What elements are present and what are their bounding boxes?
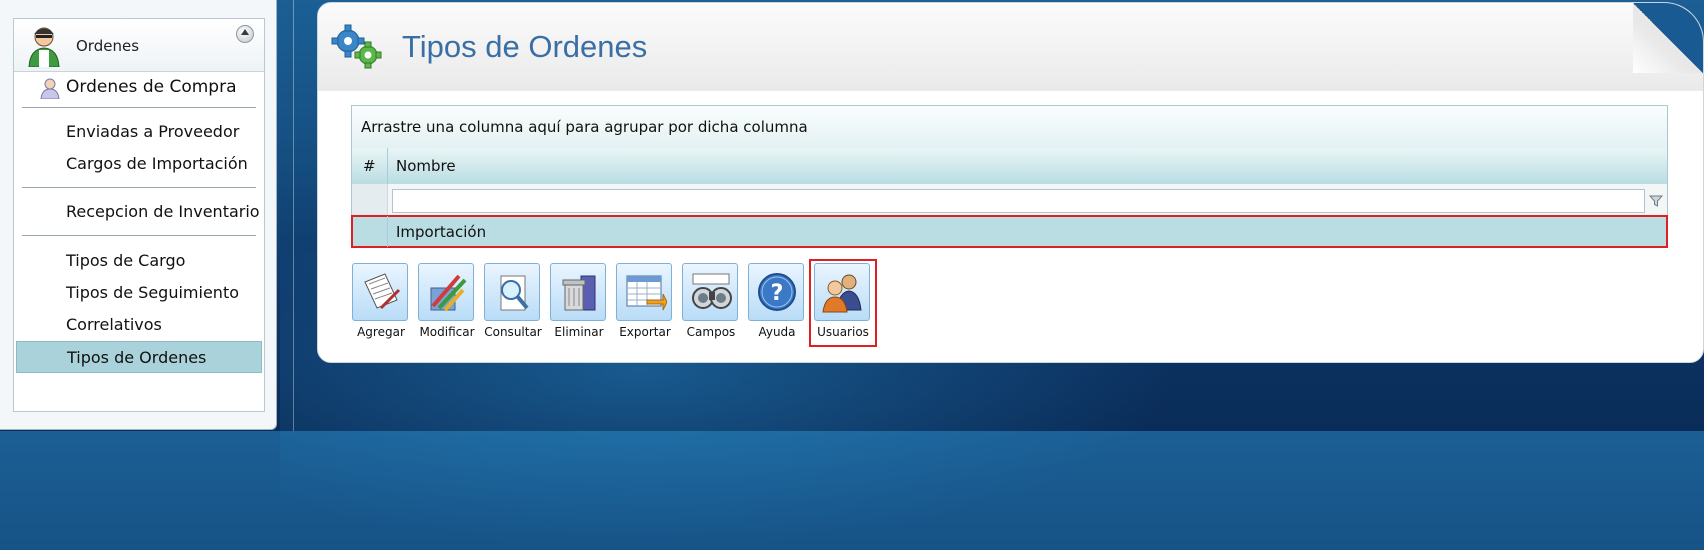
sidebar: Ordenes Ordenes de Compra Enviadas a Pro… [0,0,277,430]
gears-icon [331,24,382,69]
sidebar-item-label: Ordenes de Compra [66,77,237,97]
modificar-label: Modificar [419,325,475,339]
add-document-icon [364,273,401,310]
sidebar-item-label: Recepcion de Inventario [66,202,260,221]
data-grid: Arrastre una columna aquí para agrupar p… [351,105,1668,248]
row-gutter [352,216,388,247]
modificar-tile [418,263,474,321]
svg-text:?: ? [771,281,784,306]
usuarios-button[interactable]: Usuarios [809,259,877,347]
consultar-label: Consultar [484,325,542,339]
column-header-label: # [363,157,376,175]
consultar-button[interactable]: Consultar [483,263,543,343]
usuarios-label: Usuarios [817,325,869,339]
sidebar-separator [22,187,256,188]
sidebar-section-title: Ordenes [76,37,140,55]
exportar-label: Exportar [619,325,671,339]
eliminar-tile [550,263,606,321]
agregar-tile [352,263,408,321]
filter-icon[interactable] [1649,194,1663,208]
campos-tile [682,263,738,321]
sidebar-item-tipos-seguimiento[interactable]: Tipos de Seguimiento [16,277,262,309]
binoculars-icon [692,273,732,309]
consultar-tile [484,263,540,321]
sidebar-panel: Ordenes Ordenes de Compra Enviadas a Pro… [13,18,265,412]
exportar-tile [616,263,672,321]
person-avatar-icon [28,27,60,67]
sidebar-item-label: Cargos de Importación [66,154,248,173]
users-group-icon [822,274,862,313]
sidebar-item-cargos-importacion[interactable]: Cargos de Importación [16,148,262,180]
grid-header-row: # Nombre [352,148,1667,185]
sidebar-item-label: Enviadas a Proveedor [66,122,240,141]
sidebar-item-label: Tipos de Seguimiento [66,283,239,302]
sidebar-separator [22,107,256,108]
campos-label: Campos [686,325,736,339]
ayuda-label: Ayuda [758,325,796,339]
spreadsheet-export-icon [626,275,667,311]
sidebar-item-tipos-cargo[interactable]: Tipos de Cargo [16,245,262,277]
cell-nombre: Importación [396,223,487,241]
ayuda-button[interactable]: ? Ayuda [747,263,807,343]
column-header-nombre[interactable]: Nombre [396,157,456,175]
sidebar-item-enviadas[interactable]: Enviadas a Proveedor [16,116,262,148]
divider [293,0,294,431]
user-icon [40,78,60,99]
collapse-icon[interactable] [236,25,254,43]
nombre-filter-input[interactable] [392,189,1645,213]
magnifier-icon [500,275,529,311]
agregar-label: Agregar [357,325,405,339]
sidebar-item-ordenes-de-compra[interactable]: Ordenes de Compra [16,71,262,103]
page-curl-decoration [1633,3,1703,73]
sidebar-item-tipos-ordenes[interactable]: Tipos de Ordenes [16,341,262,373]
group-by-drop-zone[interactable]: Arrastre una columna aquí para agrupar p… [352,106,1667,149]
usuarios-tile [814,263,870,321]
agregar-button[interactable]: Agregar [351,263,411,343]
edit-pencils-icon [430,274,467,312]
eliminar-button[interactable]: Eliminar [549,263,609,343]
campos-button[interactable]: Campos [681,263,741,343]
group-hint-text: Arrastre una columna aquí para agrupar p… [361,118,808,136]
main-panel: Tipos de Ordenes Arrastre una columna aq… [317,2,1704,363]
modificar-button[interactable]: Modificar [417,263,477,343]
sidebar-header[interactable]: Ordenes [14,19,264,72]
column-header-number[interactable]: # [352,148,388,184]
exportar-button[interactable]: Exportar [615,263,675,343]
sidebar-separator [22,235,256,236]
page-title: Tipos de Ordenes [402,29,648,64]
sidebar-item-recepcion-inventario[interactable]: Recepcion de Inventario [16,196,262,228]
ayuda-tile: ? [748,263,804,321]
filter-row [352,184,1667,216]
sidebar-item-correlativos[interactable]: Correlativos [16,309,262,341]
trash-icon [562,275,596,311]
help-question-icon: ? [758,273,796,311]
sidebar-item-label: Correlativos [66,315,162,334]
eliminar-label: Eliminar [554,325,604,339]
sidebar-item-label: Tipos de Cargo [66,251,186,270]
table-row[interactable]: Importación [351,215,1668,248]
filter-gutter [352,184,388,216]
main-header: Tipos de Ordenes [318,3,1703,91]
sidebar-item-label: Tipos de Ordenes [67,348,207,367]
